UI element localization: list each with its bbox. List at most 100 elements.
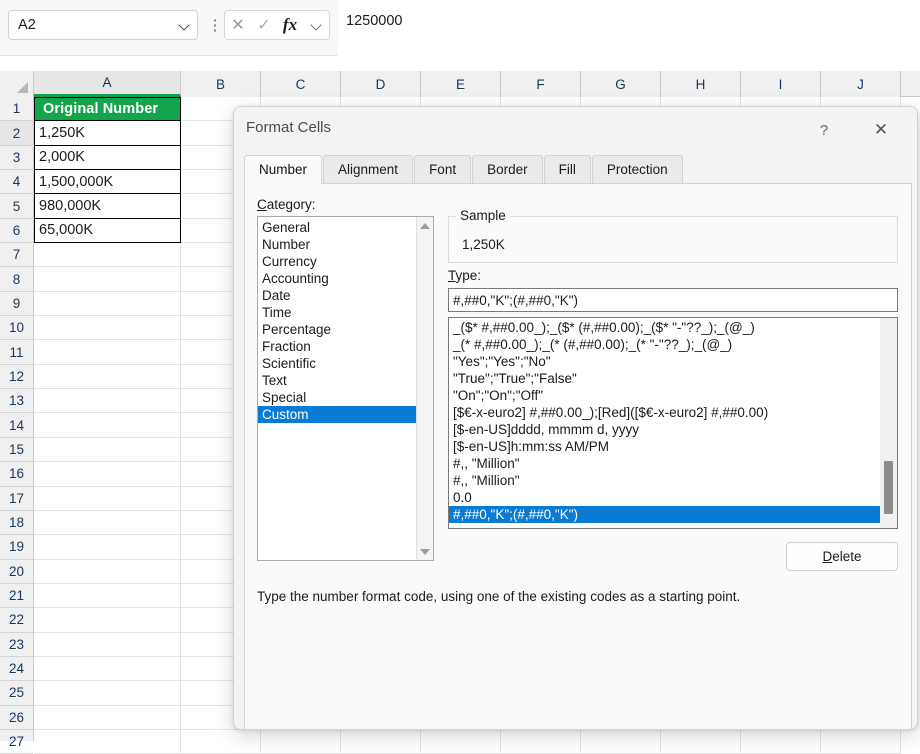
row-header-20[interactable]: 20: [0, 560, 33, 584]
row-header-24[interactable]: 24: [0, 657, 33, 682]
cell-G27[interactable]: [581, 729, 661, 754]
cell-E27[interactable]: [421, 729, 501, 754]
type-scrollbar-thumb[interactable]: [884, 461, 893, 514]
cell-C27[interactable]: [261, 729, 341, 754]
row-header-4[interactable]: 4: [0, 170, 33, 195]
column-header-e[interactable]: E: [421, 71, 501, 97]
row-header-1[interactable]: 1: [0, 97, 33, 122]
type-item[interactable]: _($* #,##0.00_);_($* (#,##0.00);_($* "-"…: [449, 319, 880, 336]
row-header-15[interactable]: 15: [0, 438, 33, 463]
cell-A6[interactable]: 65,000K: [34, 218, 181, 244]
type-item[interactable]: "Yes";"Yes";"No": [449, 353, 880, 370]
category-item-accounting[interactable]: Accounting: [258, 270, 416, 287]
cell-A26[interactable]: [34, 705, 181, 730]
cell-A19[interactable]: [34, 535, 181, 560]
cell-A15[interactable]: [34, 437, 181, 463]
cell-F27[interactable]: [501, 729, 581, 754]
cell-A16[interactable]: [34, 462, 181, 487]
type-item[interactable]: #,##0,"K";(#,##0,"K"): [449, 506, 880, 523]
type-item[interactable]: _(* #,##0.00_);_(* (#,##0.00);_(* "-"??_…: [449, 336, 880, 353]
row-header-5[interactable]: 5: [0, 194, 33, 219]
vertical-ellipsis-icon[interactable]: ⋮: [208, 12, 223, 38]
name-box[interactable]: A2: [8, 10, 198, 40]
cell-D27[interactable]: [341, 729, 421, 754]
cell-A7[interactable]: [34, 243, 181, 268]
column-header-j[interactable]: J: [821, 71, 901, 97]
tab-fill[interactable]: Fill: [543, 155, 591, 183]
row-header-22[interactable]: 22: [0, 608, 33, 633]
row-header-12[interactable]: 12: [0, 365, 33, 390]
cell-A27[interactable]: [34, 729, 181, 754]
tab-font[interactable]: Font: [414, 155, 472, 183]
close-icon[interactable]: ✕: [864, 116, 898, 144]
category-scrollbar[interactable]: [416, 217, 433, 560]
cell-A10[interactable]: [34, 316, 181, 341]
type-item[interactable]: [$€-x-euro2] #,##0.00_);[Red]([$€-x-euro…: [449, 404, 880, 421]
category-item-custom[interactable]: Custom: [258, 406, 416, 423]
category-item-fraction[interactable]: Fraction: [258, 338, 416, 355]
cell-A21[interactable]: [34, 583, 181, 609]
row-header-26[interactable]: 26: [0, 706, 33, 730]
cell-A14[interactable]: [34, 413, 181, 438]
cell-I27[interactable]: [741, 729, 821, 754]
category-item-special[interactable]: Special: [258, 389, 416, 406]
cell-A17[interactable]: [34, 486, 181, 511]
cell-A22[interactable]: [34, 608, 181, 633]
row-header-16[interactable]: 16: [0, 462, 33, 487]
chevron-down-icon[interactable]: [171, 21, 197, 30]
type-item[interactable]: 0.0: [449, 489, 880, 506]
cell-A11[interactable]: [34, 340, 181, 365]
column-header-h[interactable]: H: [661, 71, 741, 97]
type-item[interactable]: #,, "Million": [449, 472, 880, 489]
category-item-number[interactable]: Number: [258, 236, 416, 253]
column-header-a[interactable]: A: [34, 71, 181, 97]
type-item[interactable]: [$-en-US]h:mm:ss AM/PM: [449, 438, 880, 455]
category-listbox[interactable]: General Number Currency Accounting Date Time P…: [257, 216, 434, 561]
dialog-titlebar[interactable]: Format Cells ? ✕: [234, 107, 917, 151]
tab-alignment[interactable]: Alignment: [323, 155, 414, 183]
type-item[interactable]: "True";"True";"False": [449, 370, 880, 387]
cell-A8[interactable]: [34, 267, 181, 292]
cell-A25[interactable]: [34, 681, 181, 706]
cell-A23[interactable]: [34, 632, 181, 657]
cell-H27[interactable]: [661, 729, 741, 754]
cell-A1[interactable]: Original Number: [34, 97, 181, 122]
cell-A20[interactable]: [34, 559, 181, 584]
row-header-6[interactable]: 6: [0, 219, 33, 244]
category-item-scientific[interactable]: Scientific: [258, 355, 416, 372]
category-item-text[interactable]: Text: [258, 372, 416, 389]
column-header-f[interactable]: F: [501, 71, 581, 97]
column-header-b[interactable]: B: [181, 71, 261, 97]
row-header-7[interactable]: 7: [0, 243, 33, 268]
column-header-c[interactable]: C: [261, 71, 341, 97]
row-header-19[interactable]: 19: [0, 535, 33, 560]
cell-A2[interactable]: 1,250K: [34, 121, 181, 146]
row-header-25[interactable]: 25: [0, 681, 33, 706]
row-header-23[interactable]: 23: [0, 633, 33, 657]
type-listbox[interactable]: _($* #,##0.00_);_($* (#,##0.00);_($* "-"…: [448, 317, 898, 529]
enter-check-icon[interactable]: ✓: [251, 11, 277, 39]
type-scrollbar[interactable]: [880, 318, 897, 528]
row-header-2[interactable]: 2: [0, 121, 33, 146]
cell-A13[interactable]: [34, 389, 181, 414]
row-header-11[interactable]: 11: [0, 340, 33, 365]
cell-A5[interactable]: 980,000K: [34, 194, 181, 219]
chevron-down-icon[interactable]: [303, 11, 329, 39]
category-item-currency[interactable]: Currency: [258, 253, 416, 270]
type-item[interactable]: [$-en-US]dddd, mmmm d, yyyy: [449, 421, 880, 438]
cell-A12[interactable]: [34, 364, 181, 390]
tab-number[interactable]: Number: [244, 155, 323, 184]
cell-A4[interactable]: 1,500,000K: [34, 170, 181, 195]
row-header-17[interactable]: 17: [0, 487, 33, 511]
cell-A3[interactable]: 2,000K: [34, 145, 181, 171]
tab-border[interactable]: Border: [472, 155, 543, 183]
column-header-g[interactable]: G: [581, 71, 661, 97]
category-item-general[interactable]: General: [258, 219, 416, 236]
row-header-14[interactable]: 14: [0, 413, 33, 438]
cell-J27[interactable]: [821, 729, 901, 754]
cell-B27[interactable]: [181, 729, 261, 754]
fx-icon[interactable]: fx: [277, 11, 303, 39]
row-header-3[interactable]: 3: [0, 146, 33, 171]
row-header-18[interactable]: 18: [0, 511, 33, 536]
category-item-time[interactable]: Time: [258, 304, 416, 321]
